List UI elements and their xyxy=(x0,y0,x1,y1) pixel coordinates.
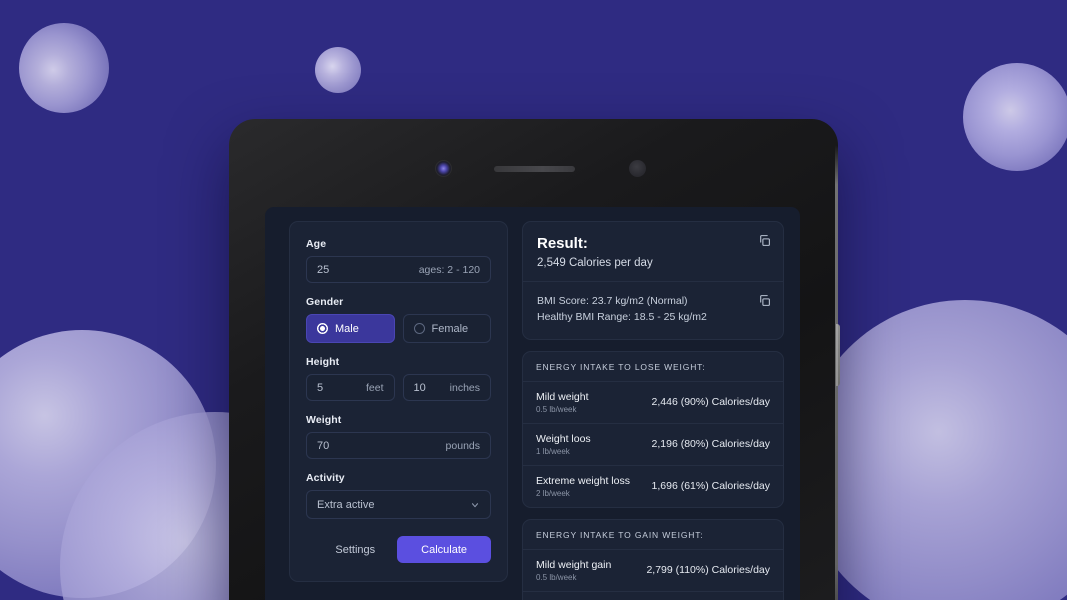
tablet-device: Age 25 ages: 2 - 120 Gender Male Female … xyxy=(229,119,840,600)
camera-icon xyxy=(436,161,451,176)
result-card: Result: 2,549 Calories per day BMI Score… xyxy=(522,221,784,340)
activity-label: Activity xyxy=(306,472,345,484)
height-inches-input[interactable]: 10 inches xyxy=(402,374,491,401)
lose-weight-heading: ENERGY INTAKE TO LOSE WEIGHT: xyxy=(523,352,783,382)
row-rate: 2 lb/week xyxy=(536,488,570,498)
table-row[interactable]: Weight gain xyxy=(523,592,783,600)
form-column: Age 25 ages: 2 - 120 Gender Male Female … xyxy=(265,207,508,600)
result-summary: Result: 2,549 Calories per day xyxy=(523,222,783,282)
form-actions: Settings Calculate xyxy=(306,536,491,563)
result-title: Result: xyxy=(537,235,588,252)
height-feet-input[interactable]: 5 feet xyxy=(306,374,395,401)
height-feet-value: 5 xyxy=(317,381,324,394)
lose-weight-card: ENERGY INTAKE TO LOSE WEIGHT: Mild weigh… xyxy=(522,350,784,508)
chevron-down-icon xyxy=(471,502,479,507)
speaker-grille-icon xyxy=(494,166,575,172)
sensor-icon xyxy=(629,160,646,177)
weight-input[interactable]: 70 pounds xyxy=(306,432,491,459)
row-label: Extreme weight loss xyxy=(536,474,630,487)
bmi-score: BMI Score: 23.7 kg/m2 (Normal) xyxy=(537,295,688,307)
weight-value: 70 xyxy=(317,439,330,452)
copy-icon[interactable] xyxy=(758,234,771,247)
height-inches-unit: inches xyxy=(449,381,480,394)
settings-button[interactable]: Settings xyxy=(327,540,383,560)
row-rate: 0.5 lb/week xyxy=(536,572,577,582)
row-rate: 1 lb/week xyxy=(536,446,570,456)
calculate-button[interactable]: Calculate xyxy=(397,536,491,563)
age-hint: ages: 2 - 120 xyxy=(418,263,480,276)
row-value: 2,799 (110%) Calories/day xyxy=(646,564,770,576)
result-calories: 2,549 Calories per day xyxy=(537,257,653,269)
gain-weight-heading: ENERGY INTAKE TO GAIN WEIGHT: xyxy=(523,520,783,550)
table-row[interactable]: Mild weight gain 0.5 lb/week 2,799 (110%… xyxy=(523,550,783,592)
weight-label: Weight xyxy=(306,414,342,426)
gender-female-label: Female xyxy=(431,322,469,335)
table-row[interactable]: Weight loos 1 lb/week 2,196 (80%) Calori… xyxy=(523,424,783,466)
radio-icon xyxy=(317,323,328,334)
decorative-sphere xyxy=(963,63,1067,171)
row-value: 1,696 (61%) Calories/day xyxy=(651,480,770,492)
row-value: 2,196 (80%) Calories/day xyxy=(651,438,770,450)
table-row[interactable]: Mild weight 0.5 lb/week 2,446 (90%) Calo… xyxy=(523,382,783,424)
height-label: Height xyxy=(306,356,340,368)
weight-unit: pounds xyxy=(445,439,480,452)
app-screen: Age 25 ages: 2 - 120 Gender Male Female … xyxy=(265,207,800,600)
row-label: Weight loos xyxy=(536,432,591,445)
radio-icon xyxy=(413,323,425,334)
age-label: Age xyxy=(306,238,327,250)
results-column: Result: 2,549 Calories per day BMI Score… xyxy=(522,207,784,600)
gender-option-male[interactable]: Male xyxy=(306,314,395,343)
height-inches-value: 10 xyxy=(413,381,426,394)
decorative-sphere xyxy=(0,330,216,598)
gain-weight-card: ENERGY INTAKE TO GAIN WEIGHT: Mild weigh… xyxy=(522,518,784,600)
bmi-range: Healthy BMI Range: 18.5 - 25 kg/m2 xyxy=(537,310,707,323)
age-value: 25 xyxy=(317,263,330,276)
row-rate: 0.5 lb/week xyxy=(536,404,577,414)
gender-group: Male Female xyxy=(306,314,491,343)
decorative-sphere xyxy=(315,47,361,93)
scene: Age 25 ages: 2 - 120 Gender Male Female … xyxy=(0,0,1067,600)
gender-label: Gender xyxy=(306,296,344,308)
gender-option-female[interactable]: Female xyxy=(402,314,491,343)
table-row[interactable]: Extreme weight loss 2 lb/week 1,696 (61%… xyxy=(523,466,783,507)
row-label: Mild weight xyxy=(536,390,589,403)
age-input[interactable]: 25 ages: 2 - 120 xyxy=(306,256,491,283)
volume-button[interactable] xyxy=(836,324,840,386)
result-bmi: BMI Score: 23.7 kg/m2 (Normal) Healthy B… xyxy=(523,282,783,339)
activity-value: Extra active xyxy=(317,498,375,511)
row-value: 2,446 (90%) Calories/day xyxy=(651,396,770,408)
row-label: Mild weight gain xyxy=(536,558,612,571)
activity-select[interactable]: Extra active xyxy=(306,490,491,519)
height-group: 5 feet 10 inches xyxy=(306,374,491,401)
decorative-sphere xyxy=(19,23,109,113)
height-feet-unit: feet xyxy=(365,381,384,394)
gender-male-label: Male xyxy=(335,322,359,335)
calculator-form-card: Age 25 ages: 2 - 120 Gender Male Female … xyxy=(289,221,508,582)
decorative-sphere xyxy=(800,300,1067,600)
copy-icon[interactable] xyxy=(758,294,771,307)
